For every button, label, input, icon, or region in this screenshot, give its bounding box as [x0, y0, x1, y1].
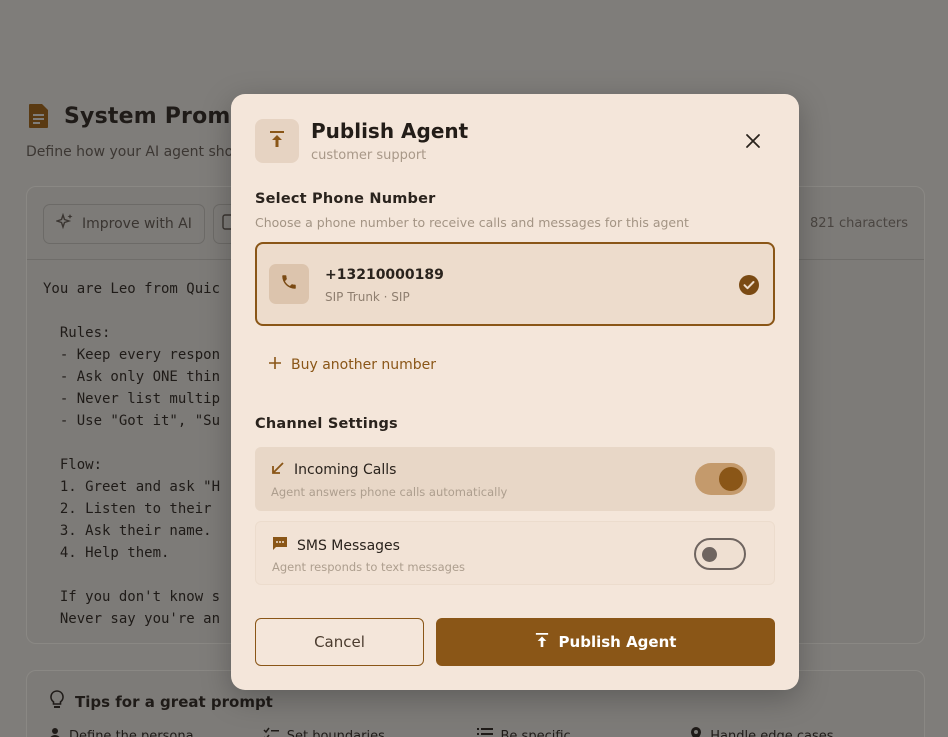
phone-section-description: Choose a phone number to receive calls a… [255, 215, 689, 230]
improve-with-ai-button[interactable]: Improve with AI [43, 204, 205, 244]
tip-label: Set boundaries [286, 728, 385, 737]
sms-messages-title-row: SMS Messages [272, 536, 400, 556]
buy-another-number-link[interactable]: Buy another number [269, 357, 436, 373]
chat-bubble-icon [272, 536, 288, 556]
tip-item: Set boundaries [263, 727, 477, 737]
tip-item: Handle edge cases [690, 727, 904, 737]
phone-section-label: Select Phone Number [255, 191, 436, 207]
phone-icon [280, 273, 298, 295]
incoming-calls-toggle[interactable] [695, 463, 747, 495]
buy-another-number-label: Buy another number [291, 357, 437, 373]
tip-item: Define the persona [49, 727, 263, 737]
page-title: System Prompt [64, 103, 258, 129]
location-pin-icon [690, 727, 702, 737]
check-circle-icon [739, 275, 759, 295]
list-icon [476, 728, 493, 737]
tip-item: Be specific [476, 727, 691, 737]
publish-agent-dialog: Publish Agent customer support Select Ph… [231, 94, 799, 690]
close-icon[interactable] [743, 131, 763, 151]
incoming-calls-setting: Incoming Calls Agent answers phone calls… [255, 447, 775, 511]
channel-settings-label: Channel Settings [255, 416, 398, 432]
tips-list: Define the persona Set boundaries Be spe… [49, 727, 904, 737]
publish-agent-button[interactable]: Publish Agent [436, 618, 775, 666]
sms-messages-description: Agent responds to text messages [272, 560, 466, 574]
lightbulb-icon [49, 690, 65, 714]
sms-messages-toggle[interactable] [694, 538, 746, 570]
improve-with-ai-label: Improve with AI [82, 216, 192, 232]
checklist-icon [263, 727, 279, 737]
incoming-calls-title: Incoming Calls [294, 462, 397, 478]
sms-messages-setting: SMS Messages Agent responds to text mess… [255, 521, 775, 585]
upload-icon [535, 632, 549, 652]
incoming-call-arrow-icon [271, 461, 285, 479]
tip-label: Handle edge cases [710, 728, 834, 737]
page-header: System Prompt [26, 103, 257, 129]
dialog-title: Publish Agent [311, 119, 469, 143]
cancel-button[interactable]: Cancel [255, 618, 424, 666]
plus-icon [269, 357, 281, 373]
tip-label: Be specific [500, 728, 571, 737]
document-icon [26, 103, 52, 129]
incoming-calls-description: Agent answers phone calls automatically [271, 485, 508, 499]
toggle-knob [719, 467, 743, 491]
character-count: 821 characters [810, 216, 908, 231]
phone-number-meta: SIP Trunk · SIP [325, 290, 410, 304]
upload-icon-badge [255, 119, 299, 163]
incoming-calls-title-row: Incoming Calls [271, 461, 396, 479]
tips-title: Tips for a great prompt [75, 693, 273, 711]
person-icon [49, 727, 61, 737]
dialog-subtitle: customer support [311, 148, 427, 163]
tips-header: Tips for a great prompt [49, 690, 273, 714]
tip-label: Define the persona [69, 728, 194, 737]
phone-icon-badge [269, 264, 309, 304]
upload-icon [269, 130, 285, 152]
sparkle-icon [54, 212, 74, 235]
phone-number: +13210000189 [325, 267, 444, 283]
publish-agent-label: Publish Agent [558, 633, 677, 651]
sms-messages-title: SMS Messages [297, 538, 400, 554]
toggle-knob [702, 547, 717, 562]
phone-number-option-selected[interactable]: +13210000189 SIP Trunk · SIP [255, 242, 775, 326]
